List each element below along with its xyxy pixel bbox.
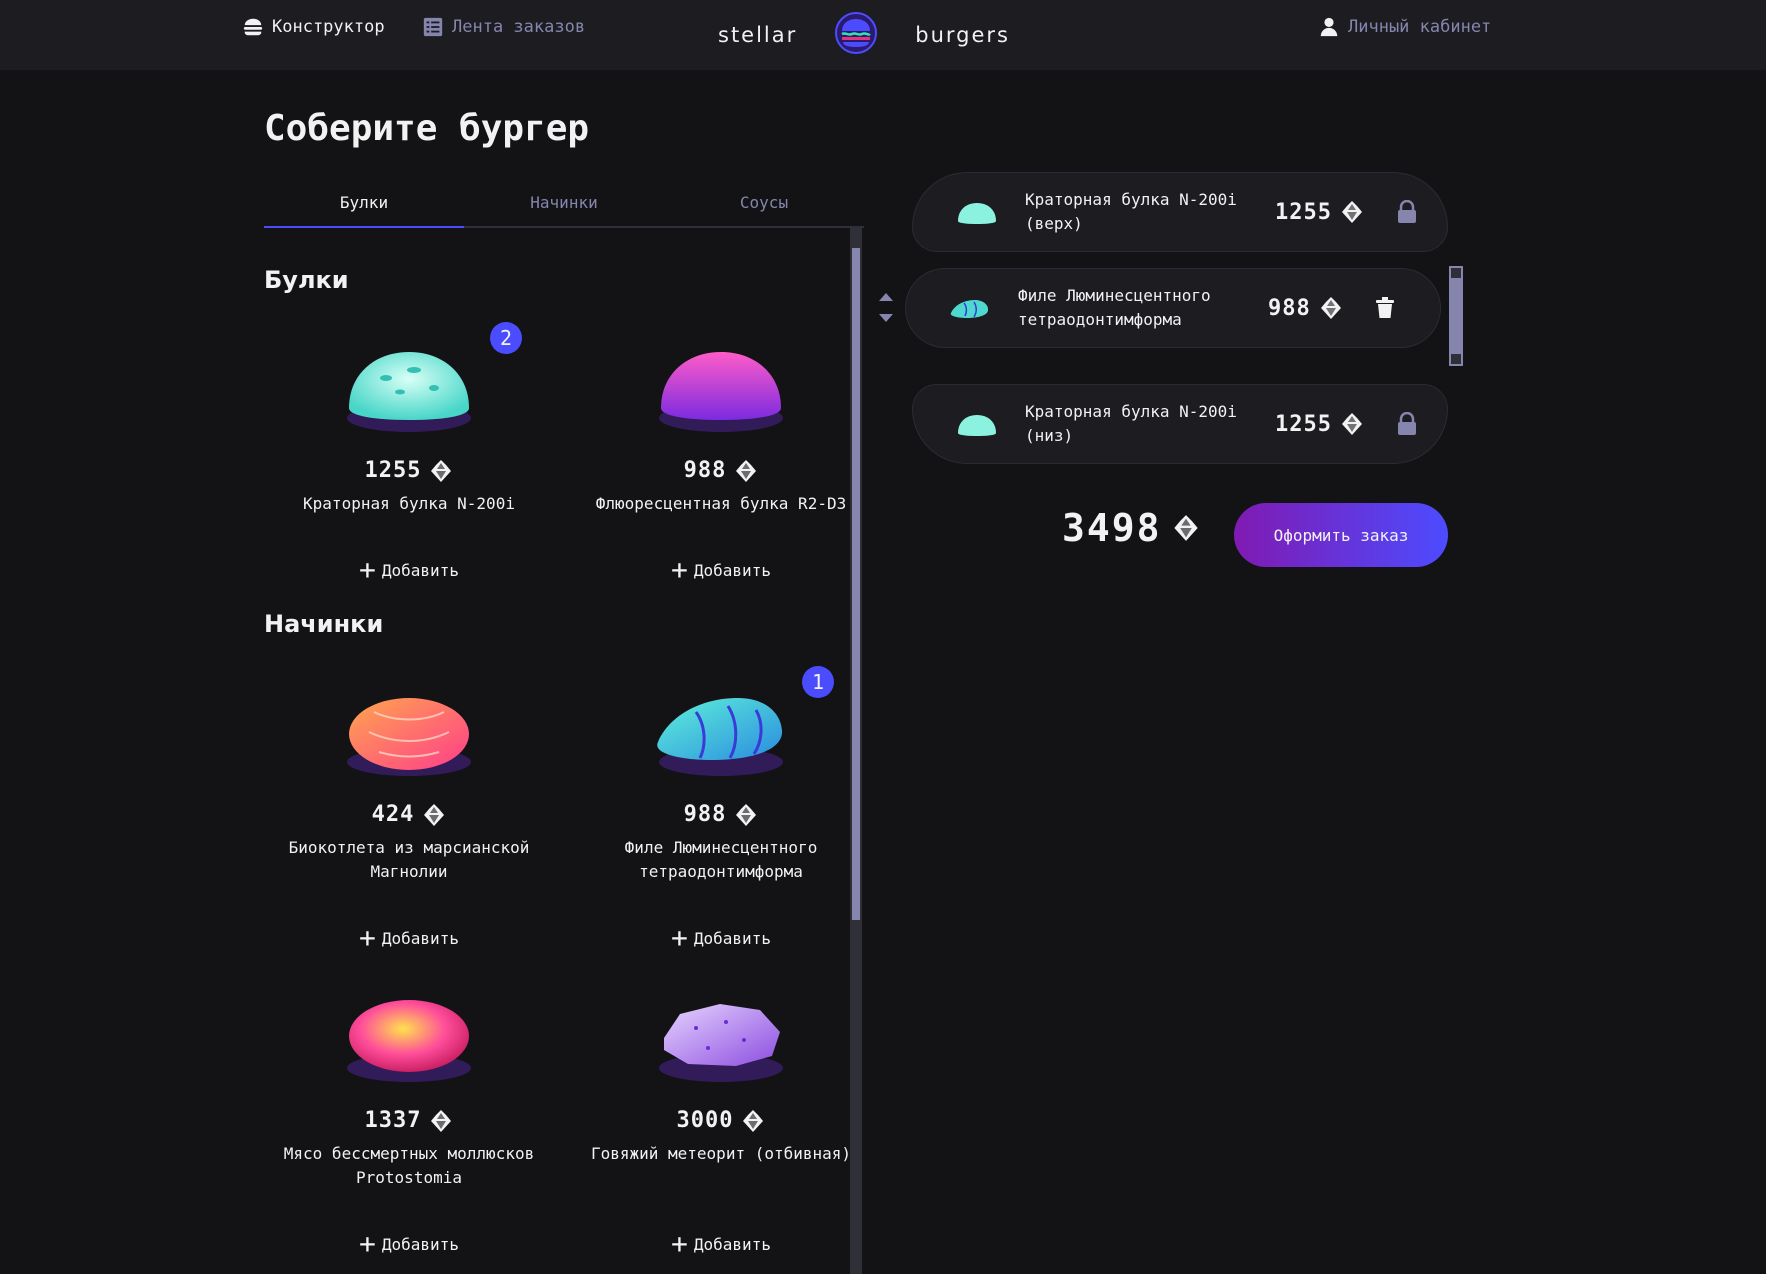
- profile-icon: [1318, 16, 1340, 38]
- constructor-item-price: 988: [1268, 296, 1343, 321]
- logo-icon: [834, 11, 878, 60]
- nav-feed-label: Лента заказов: [452, 17, 586, 37]
- tab-mains[interactable]: Начинки: [464, 178, 664, 228]
- constructor-item-name: Краторная булка N-200i (верх): [1025, 190, 1237, 233]
- logo-left-text: stellar: [718, 23, 798, 47]
- constructor-scrollbar[interactable]: [1449, 266, 1463, 366]
- currency-icon: [734, 459, 758, 483]
- nav-constructor[interactable]: Конструктор: [242, 0, 385, 54]
- ingredient-price: 3000: [576, 1108, 864, 1133]
- ingredient-name: Мясо бессмертных моллюсков Protostomia: [283, 1144, 535, 1187]
- ingredient-price: 1337: [264, 1108, 554, 1133]
- ingredient-tabs: Булки Начинки Соусы: [264, 178, 864, 228]
- logo-right-text: burgers: [915, 23, 1010, 47]
- scrollbar-thumb[interactable]: [852, 248, 860, 920]
- constructor-item-name: Краторная булка N-200i (низ): [1025, 402, 1237, 445]
- ingredient-name: Филе Люминесцентного тетраодонтимформа: [624, 838, 818, 881]
- total-value: 3498: [1062, 506, 1162, 550]
- app-header: Конструктор Лента заказов stellar burger…: [0, 0, 1766, 70]
- drag-down-icon: [879, 307, 893, 326]
- catalog-scrollbar[interactable]: [850, 228, 862, 1274]
- crater-bun-thumb-icon: [937, 199, 1017, 225]
- place-order-button[interactable]: Оформить заказ: [1234, 503, 1448, 567]
- ingredient-card[interactable]: 3000 Говяжий метеорит (отбивная) + Добави…: [576, 978, 864, 1274]
- page-title: Соберите бургер: [264, 108, 590, 149]
- order-total: 3498: [1062, 506, 1200, 550]
- ingredient-card[interactable]: 424 Биокотлета из марсианской Магнолии +…: [264, 672, 564, 972]
- currency-icon: [1340, 412, 1364, 436]
- constructor-bun-top: Краторная булка N-200i (верх) 1255: [912, 172, 1448, 252]
- currency-icon: [429, 459, 453, 483]
- trash-icon[interactable]: [1375, 297, 1395, 319]
- ingredient-name: Биокотлета из марсианской Магнолии: [288, 838, 530, 881]
- currency-icon: [734, 803, 758, 827]
- ingredient-card[interactable]: 1255 Краторная булка N-200i + Добавить 2: [264, 322, 564, 628]
- tab-sauces[interactable]: Соусы: [664, 178, 864, 228]
- ingredient-name: Говяжий метеорит (отбивная): [590, 1144, 852, 1163]
- ingredient-price: 424: [264, 802, 554, 827]
- fish-fillet-thumb-icon: [930, 295, 1010, 321]
- add-button[interactable]: + Добавить: [264, 921, 554, 954]
- add-button[interactable]: + Добавить: [576, 1227, 864, 1260]
- plus-icon: +: [671, 1227, 688, 1260]
- ingredient-name: Краторная булка N-200i: [303, 494, 515, 513]
- section-title-buns: Булки: [264, 266, 349, 294]
- ingredient-price: 1255: [264, 458, 554, 483]
- nav-profile[interactable]: Личный кабинет: [1318, 0, 1491, 54]
- ingredient-catalog: Булки 1255 Краторная булка N-200i + Добав…: [264, 228, 864, 1274]
- list-icon: [422, 16, 444, 38]
- lock-icon: [1396, 200, 1418, 224]
- meteorite-beef-icon: [646, 978, 796, 1088]
- currency-icon: [1319, 296, 1343, 320]
- currency-icon: [429, 1109, 453, 1133]
- scroll-up-arrow[interactable]: [1451, 268, 1461, 278]
- scroll-down-arrow[interactable]: [1451, 354, 1461, 364]
- plus-icon: +: [359, 553, 376, 586]
- plus-icon: +: [671, 553, 688, 586]
- ingredient-card[interactable]: 988 Флюоресцентная булка R2-D3 + Добавить: [576, 328, 864, 628]
- lock-icon: [1396, 412, 1418, 436]
- tab-buns[interactable]: Булки: [264, 178, 464, 228]
- plus-icon: +: [671, 921, 688, 954]
- nav-order-feed[interactable]: Лента заказов: [422, 0, 585, 54]
- crater-bun-icon: [334, 328, 484, 438]
- constructor-item-price: 1255: [1275, 200, 1364, 225]
- nav-profile-label: Личный кабинет: [1348, 17, 1492, 37]
- section-title-mains: Начинки: [264, 610, 384, 638]
- constructor-bun-bottom: Краторная булка N-200i (низ) 1255: [912, 384, 1448, 464]
- logo[interactable]: stellar burgers: [718, 8, 1010, 62]
- plus-icon: +: [359, 921, 376, 954]
- currency-icon: [1172, 514, 1200, 542]
- crater-bun-thumb-icon: [937, 411, 1017, 437]
- currency-icon: [1340, 200, 1364, 224]
- plus-icon: +: [359, 1227, 376, 1260]
- ingredient-name: Флюоресцентная булка R2-D3: [595, 494, 847, 513]
- constructor-item-name: Филе Люминесцентного тетраодонтимформа: [1018, 286, 1211, 329]
- drag-handle[interactable]: [876, 286, 896, 326]
- count-badge: 2: [490, 322, 522, 354]
- ingredient-card[interactable]: 1337 Мясо бессмертных моллюсков Protosto…: [264, 978, 564, 1274]
- drag-up-icon: [879, 286, 893, 305]
- add-button[interactable]: + Добавить: [264, 1227, 554, 1260]
- add-button[interactable]: + Добавить: [576, 921, 864, 954]
- ingredient-price: 988: [576, 458, 864, 483]
- currency-icon: [422, 803, 446, 827]
- burger-icon: [242, 16, 264, 38]
- ingredient-card[interactable]: 988 Филе Люминесцентного тетраодонтимфор…: [576, 666, 864, 972]
- add-button[interactable]: + Добавить: [576, 553, 864, 586]
- fluorescent-bun-icon: [646, 328, 796, 438]
- nav-constructor-label: Конструктор: [272, 17, 385, 37]
- constructor-item-price: 1255: [1275, 412, 1364, 437]
- ingredient-price: 988: [576, 802, 864, 827]
- count-badge: 1: [802, 666, 834, 698]
- currency-icon: [741, 1109, 765, 1133]
- mollusk-meat-icon: [334, 978, 484, 1088]
- add-button[interactable]: + Добавить: [264, 553, 554, 586]
- bio-cutlet-icon: [334, 672, 484, 782]
- constructor-filling[interactable]: Филе Люминесцентного тетраодонтимформа 9…: [905, 268, 1441, 348]
- fish-fillet-icon: [646, 672, 796, 782]
